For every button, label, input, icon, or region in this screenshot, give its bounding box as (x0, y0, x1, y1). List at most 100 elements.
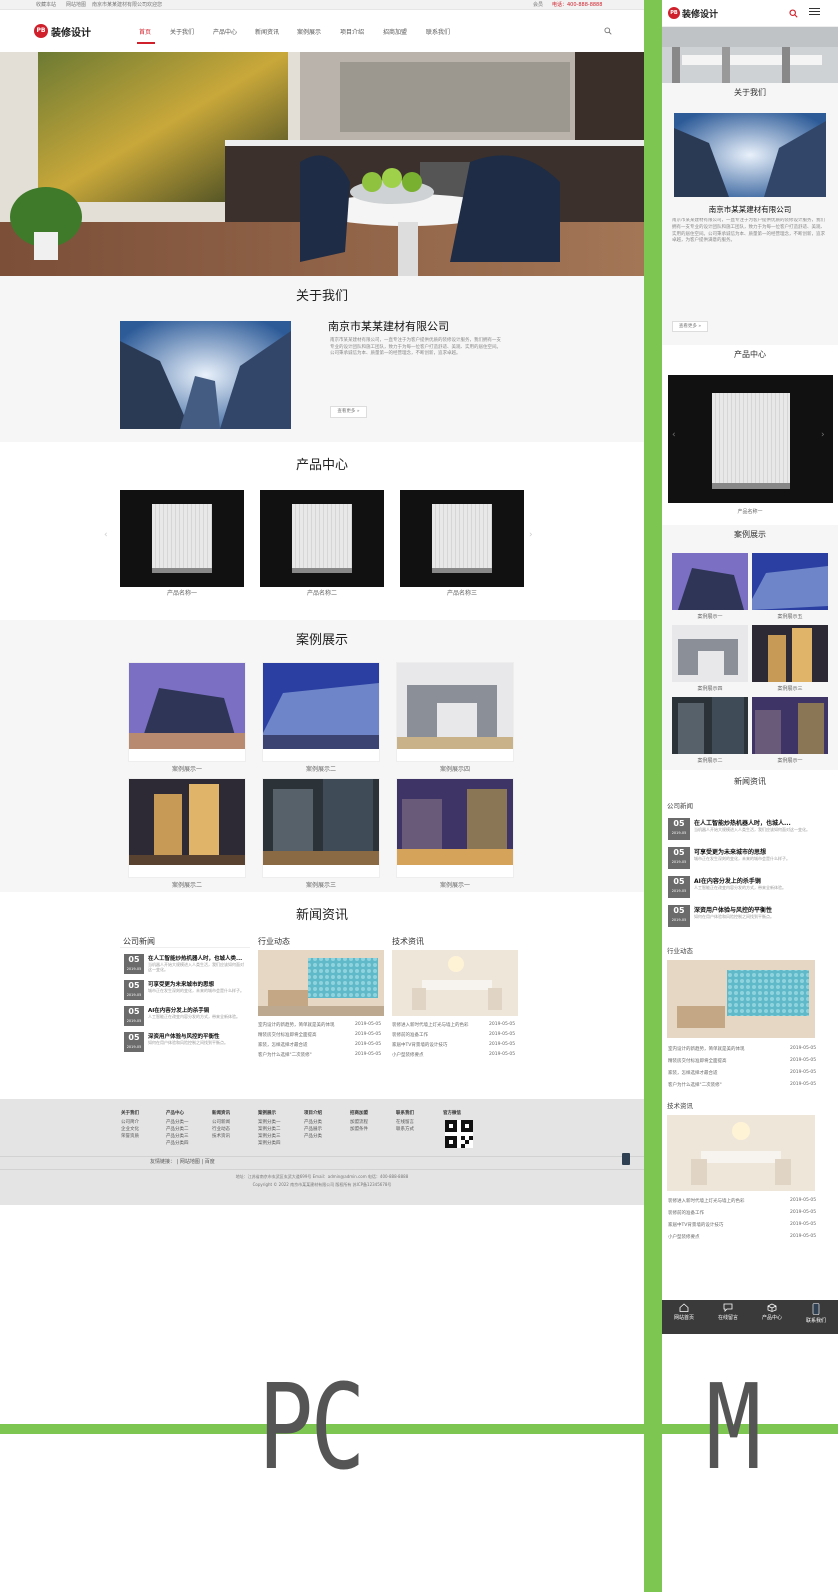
case-caption-5[interactable]: 案例展示三 (262, 880, 380, 889)
news-title-2[interactable]: 可享受更为未来城市的思想 (148, 980, 214, 988)
news-title-4[interactable]: 深资用户体验与风控的平衡性 (148, 1032, 220, 1040)
next-arrow-icon[interactable]: › (529, 530, 533, 540)
case-card-2[interactable] (262, 662, 380, 762)
mobile-prev-arrow-icon[interactable]: ‹ (672, 430, 676, 440)
prev-arrow-icon[interactable]: ‹ (104, 530, 108, 540)
mobile-tech-item-1[interactable]: 装修进入新时代墙上灯光与墙上的色彩 (668, 1198, 745, 1204)
mobile-next-arrow-icon[interactable]: › (821, 430, 825, 440)
case-card-1[interactable] (128, 662, 246, 762)
mobile-case-caption-3[interactable]: 案例展示四 (672, 685, 748, 692)
mobile-product-card[interactable]: ‹ › (668, 375, 833, 503)
mobile-case-image-4[interactable] (752, 625, 828, 682)
mobile-news-col1-head[interactable]: 公司新闻 (667, 800, 693, 810)
tech-item-2[interactable]: 装修前的准备工作 (392, 1032, 428, 1038)
mobile-case-caption-5[interactable]: 案例展示二 (672, 757, 748, 764)
product-card-1[interactable] (120, 490, 244, 587)
nav-about[interactable]: 关于我们 (170, 27, 194, 36)
tech-item-1[interactable]: 装修进入新时代墙上灯光与墙上的色彩 (392, 1022, 469, 1028)
bookmark-link[interactable]: 收藏本站 (36, 2, 56, 9)
mobile-case-caption-4[interactable]: 案例展示三 (752, 685, 828, 692)
mobile-qr-icon[interactable] (622, 1153, 630, 1165)
mobile-news-col3-head[interactable]: 技术资讯 (667, 1100, 693, 1110)
mobile-logo-badge[interactable]: PB (668, 7, 680, 19)
case-caption-4[interactable]: 案例展示二 (128, 880, 246, 889)
mobile-news-title-3[interactable]: AI在内容分发上的杀手锏 (694, 876, 761, 885)
footer-col-join: 招商加盟 加盟流程 加盟条件 (350, 1111, 368, 1132)
product-card-3[interactable] (400, 490, 524, 587)
nav-cases[interactable]: 案例展示 (297, 27, 321, 36)
mobile-case-caption-6[interactable]: 案例展示一 (752, 757, 828, 764)
case-card-5[interactable] (262, 778, 380, 878)
nav-news[interactable]: 新闻资讯 (255, 27, 279, 36)
about-more-button[interactable]: 查看更多 » (330, 406, 367, 418)
tab-home[interactable]: 网站首页 (662, 1303, 706, 1331)
case-caption-6[interactable]: 案例展示一 (396, 880, 514, 889)
mobile-case-image-5[interactable] (672, 697, 748, 754)
industry-item-2[interactable]: 精装房交付标准即将全面提高 (258, 1032, 317, 1038)
mobile-case-caption-2[interactable]: 案例展示五 (752, 613, 828, 620)
mobile-tech-item-2[interactable]: 装修前的准备工作 (668, 1210, 704, 1216)
industry-news-image[interactable] (258, 950, 384, 1016)
footer-col-products: 产品中心 产品分类一 产品分类二 产品分类三 产品分类四 (166, 1111, 189, 1146)
pc-label: PC (258, 1358, 366, 1496)
mobile-tech-item-4[interactable]: 小户型装修要点 (668, 1234, 700, 1240)
mobile-case-image-1[interactable] (672, 553, 748, 610)
news-col1-head[interactable]: 公司新闻 (123, 936, 155, 947)
mobile-case-image-6[interactable] (752, 697, 828, 754)
news-date-2: 05 2019-05 (124, 980, 144, 1000)
industry-item-1[interactable]: 室内设计的新趋势，简单就是美的体现 (258, 1022, 335, 1028)
mobile-case-image-2[interactable] (752, 553, 828, 610)
tab-message[interactable]: 在线留言 (706, 1303, 750, 1331)
product-caption-2[interactable]: 产品名称二 (260, 588, 384, 597)
logo-badge[interactable]: PB (34, 24, 48, 38)
mobile-industry-item-3[interactable]: 家装，怎样选择才最合适 (668, 1070, 718, 1076)
nav-products[interactable]: 产品中心 (213, 27, 237, 36)
mobile-news-title-1[interactable]: 在人工智能炒热机器人时，也城人... (694, 818, 791, 827)
industry-item-3[interactable]: 家装，怎样选择才最合适 (258, 1042, 308, 1048)
case-caption-2[interactable]: 案例展示二 (262, 764, 380, 773)
tab-products[interactable]: 产品中心 (750, 1303, 794, 1331)
product-caption-3[interactable]: 产品名称三 (400, 588, 524, 597)
footer-links[interactable]: 友情链接： | 网站地图 | 百度 (150, 1159, 215, 1166)
news-col2-head[interactable]: 行业动态 (258, 936, 290, 947)
news-col3-head[interactable]: 技术资讯 (392, 936, 424, 947)
mobile-logo-text[interactable]: 装修设计 (682, 7, 718, 20)
nav-home[interactable]: 首页 (139, 27, 151, 36)
mobile-tech-item-3[interactable]: 家居中TV背景墙的设计技巧 (668, 1222, 723, 1228)
case-caption-1[interactable]: 案例展示一 (128, 764, 246, 773)
mobile-industry-item-4[interactable]: 客户为什么选择"二次装修" (668, 1082, 722, 1088)
tech-news-image[interactable] (392, 950, 518, 1016)
mobile-tech-image[interactable] (667, 1115, 815, 1191)
product-caption-1[interactable]: 产品名称一 (120, 588, 244, 597)
product-card-2[interactable] (260, 490, 384, 587)
mobile-product-caption[interactable]: 产品名称一 (662, 508, 838, 515)
mobile-news-title-4[interactable]: 深资用户体验与风控的平衡性 (694, 905, 772, 914)
news-title-1[interactable]: 在人工智能炒热机器人时，也城人类... (148, 954, 242, 962)
news-title-3[interactable]: AI在内容分发上的杀手锏 (148, 1006, 209, 1014)
case-card-4[interactable] (128, 778, 246, 878)
tab-contact[interactable]: 联系我们 (794, 1303, 838, 1331)
mobile-search-icon[interactable] (789, 9, 798, 18)
tech-item-4[interactable]: 小户型装修要点 (392, 1052, 424, 1058)
nav-join[interactable]: 招商加盟 (383, 27, 407, 36)
mobile-industry-item-2[interactable]: 精装房交付标准即将全面提高 (668, 1058, 727, 1064)
tech-item-3[interactable]: 家居中TV背景墙的设计技巧 (392, 1042, 447, 1048)
nav-contact[interactable]: 联系我们 (426, 27, 450, 36)
sitemap-link[interactable]: 网站地图 (66, 2, 86, 9)
mobile-news-col2-head[interactable]: 行业动态 (667, 945, 693, 955)
case-caption-3[interactable]: 案例展示四 (396, 764, 514, 773)
mobile-industry-image[interactable] (667, 960, 815, 1038)
case-card-3[interactable] (396, 662, 514, 762)
mobile-industry-item-1[interactable]: 室内设计的新趋势，简单就是美的体现 (668, 1046, 745, 1052)
mobile-news-title-2[interactable]: 可享受更为未来城市的思想 (694, 847, 766, 856)
menu-icon[interactable] (809, 8, 820, 9)
case-card-6[interactable] (396, 778, 514, 878)
nav-projects[interactable]: 项目介绍 (340, 27, 364, 36)
member-link[interactable]: 会员 (533, 2, 543, 9)
logo-text[interactable]: 装修设计 (51, 24, 91, 39)
mobile-case-caption-1[interactable]: 案例展示一 (672, 613, 748, 620)
industry-item-4[interactable]: 客户为什么选择"二次装修" (258, 1052, 312, 1058)
mobile-case-image-3[interactable] (672, 625, 748, 682)
search-icon[interactable] (604, 27, 612, 35)
mobile-about-more-button[interactable]: 查看更多 » (672, 321, 708, 332)
